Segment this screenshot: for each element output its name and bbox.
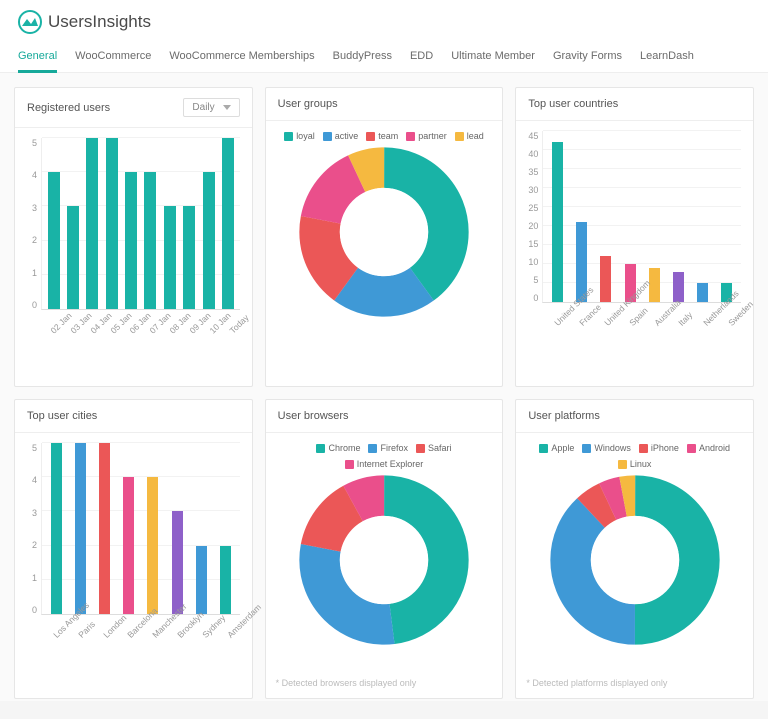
bar xyxy=(67,206,79,309)
bar xyxy=(183,206,195,309)
tab-woocommerce-memberships[interactable]: WooCommerce Memberships xyxy=(169,44,314,72)
card-user-browsers: User browsers Chrome Firefox Safari Interne… xyxy=(265,399,504,699)
legend-swatch xyxy=(316,444,325,453)
legend-user-browsers: Chrome Firefox Safari Internet Explorer xyxy=(274,443,495,475)
card-top-countries: Top user countries 454035302520151050Uni… xyxy=(515,87,754,387)
bar xyxy=(697,283,708,302)
legend-item: Firefox xyxy=(368,443,408,453)
card-registered-users: Registered users Daily 54321002 Jan03 Ja… xyxy=(14,87,253,387)
legend-swatch xyxy=(368,444,377,453)
card-title: Registered users xyxy=(27,102,110,114)
bar xyxy=(125,172,137,309)
legend-item: active xyxy=(323,131,359,141)
bar xyxy=(172,511,183,614)
brand-logo: UsersInsights xyxy=(18,10,151,34)
bar xyxy=(220,546,231,614)
chevron-down-icon xyxy=(223,105,231,110)
chart-user-groups xyxy=(299,147,469,317)
legend-item: iPhone xyxy=(639,443,679,453)
tab-general[interactable]: General xyxy=(18,44,57,72)
legend-swatch xyxy=(284,132,293,141)
bar xyxy=(222,138,234,309)
legend-item: Windows xyxy=(582,443,631,453)
dashboard-grid: Registered users Daily 54321002 Jan03 Ja… xyxy=(0,73,768,701)
brand-icon xyxy=(18,10,42,34)
bar xyxy=(552,142,563,302)
legend-item: Chrome xyxy=(316,443,360,453)
card-top-cities: Top user cities 543210Los AngelesParisLo… xyxy=(14,399,253,699)
bar xyxy=(147,477,158,614)
bar xyxy=(99,443,110,614)
bar xyxy=(203,172,215,309)
bar xyxy=(600,256,611,302)
tab-learndash[interactable]: LearnDash xyxy=(640,44,694,72)
bar xyxy=(75,443,86,614)
bar xyxy=(196,546,207,614)
header: UsersInsights xyxy=(0,0,768,38)
legend-user-groups: loyal active team partner lead xyxy=(280,131,488,147)
legend-item: Internet Explorer xyxy=(345,459,424,469)
legend-swatch xyxy=(455,132,464,141)
chart-user-platforms xyxy=(550,475,720,645)
legend-user-platforms: Apple Windows iPhone Android Linux xyxy=(524,443,745,475)
tab-gravity-forms[interactable]: Gravity Forms xyxy=(553,44,622,72)
card-title: User groups xyxy=(278,98,338,110)
legend-item: Safari xyxy=(416,443,452,453)
bar xyxy=(106,138,118,309)
chart-top-countries: 454035302520151050United StatesFranceUni… xyxy=(524,131,745,341)
interval-select-value: Daily xyxy=(192,102,214,113)
legend-swatch xyxy=(687,444,696,453)
chart-registered-users: 54321002 Jan03 Jan04 Jan05 Jan06 Jan07 J… xyxy=(23,138,244,348)
legend-swatch xyxy=(582,444,591,453)
legend-item: team xyxy=(366,131,398,141)
legend-item: Linux xyxy=(618,459,652,469)
chart-user-browsers xyxy=(299,475,469,645)
legend-swatch xyxy=(416,444,425,453)
bar xyxy=(123,477,134,614)
legend-swatch xyxy=(366,132,375,141)
tab-ultimate-member[interactable]: Ultimate Member xyxy=(451,44,535,72)
chart-top-cities: 543210Los AngelesParisLondonBarcelonaMan… xyxy=(23,443,244,653)
legend-item: partner xyxy=(406,131,447,141)
tab-edd[interactable]: EDD xyxy=(410,44,433,72)
brand-name: UsersInsights xyxy=(48,12,151,32)
legend-swatch xyxy=(618,460,627,469)
bar xyxy=(144,172,156,309)
interval-select[interactable]: Daily xyxy=(183,98,239,117)
legend-item: Android xyxy=(687,443,730,453)
legend-swatch xyxy=(639,444,648,453)
bar xyxy=(86,138,98,309)
legend-swatch xyxy=(345,460,354,469)
card-title: User browsers xyxy=(278,410,349,422)
tab-woocommerce[interactable]: WooCommerce xyxy=(75,44,151,72)
card-title: User platforms xyxy=(528,410,600,422)
tab-buddypress[interactable]: BuddyPress xyxy=(333,44,392,72)
legend-swatch xyxy=(323,132,332,141)
card-title: Top user cities xyxy=(27,410,97,422)
card-title: Top user countries xyxy=(528,98,618,110)
legend-item: Apple xyxy=(539,443,574,453)
tabs-nav: General WooCommerce WooCommerce Membership… xyxy=(0,38,768,73)
legend-swatch xyxy=(406,132,415,141)
bar xyxy=(164,206,176,309)
legend-item: loyal xyxy=(284,131,315,141)
bar xyxy=(48,172,60,309)
card-user-groups: User groups loyal active team partner lead xyxy=(265,87,504,387)
footnote-browsers: * Detected browsers displayed only xyxy=(266,672,503,698)
legend-swatch xyxy=(539,444,548,453)
footnote-platforms: * Detected platforms displayed only xyxy=(516,672,753,698)
bar xyxy=(51,443,62,614)
legend-item: lead xyxy=(455,131,484,141)
card-user-platforms: User platforms Apple Windows iPhone Android… xyxy=(515,399,754,699)
